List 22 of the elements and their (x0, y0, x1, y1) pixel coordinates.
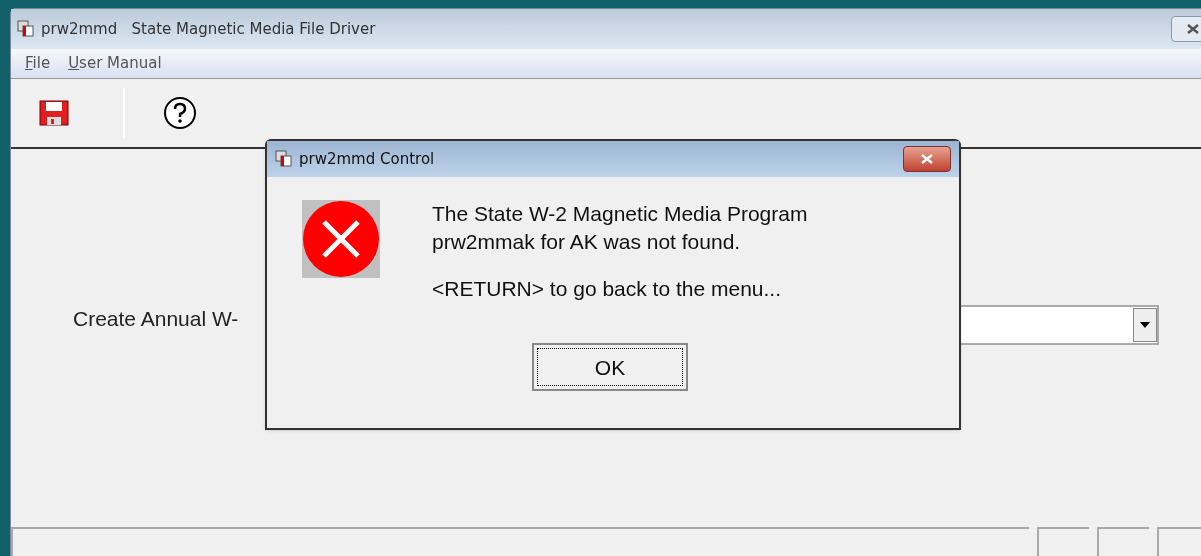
window-title: prw2mmd State Magnetic Media File Driver (41, 18, 376, 40)
error-icon (302, 200, 380, 278)
app-icon (275, 150, 293, 168)
close-icon (921, 154, 933, 164)
ok-button[interactable]: OK (532, 343, 688, 391)
close-button[interactable] (903, 146, 951, 172)
error-message: The State W-2 Magnetic Media Program (432, 201, 808, 227)
dropdown-button[interactable] (1133, 308, 1157, 342)
error-message: prw2mmak for AK was not found. (432, 229, 742, 255)
status-pane (1037, 527, 1089, 556)
menu-item[interactable]: User Manual (68, 52, 162, 75)
error-hint: <RETURN> to go back to the menu... (432, 276, 782, 302)
field-label: Create Annual W- (73, 306, 239, 332)
caret-icon (1140, 322, 1150, 328)
help-icon (163, 96, 197, 130)
help-button[interactable] (163, 96, 197, 130)
status-pane (1097, 527, 1149, 556)
dialog-title: prw2mmd Control (299, 148, 435, 170)
save-button[interactable] (39, 98, 69, 128)
app-icon (17, 20, 35, 38)
close-icon (1187, 24, 1199, 34)
menu-item[interactable]: File (25, 52, 51, 75)
